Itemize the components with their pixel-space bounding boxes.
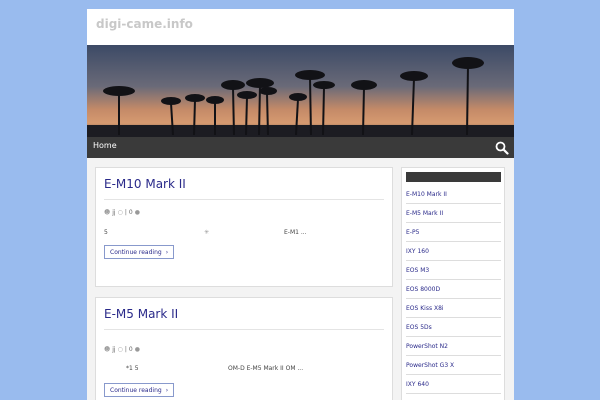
user-icon: ☻: [104, 209, 111, 216]
post-comment-count[interactable]: 0: [129, 346, 133, 353]
sidebar-link[interactable]: PowerShot G3 X: [406, 356, 501, 375]
site-title[interactable]: digi-came.info: [96, 17, 193, 31]
sparkle-icon: ✳: [204, 229, 210, 236]
sidebar-link[interactable]: EOS M3: [406, 261, 501, 280]
sidebar-link[interactable]: EOS 5Ds: [406, 318, 501, 337]
post-excerpt: 5 ✳ E-M1 ...: [104, 229, 386, 239]
sidebar-link[interactable]: IXY 640: [406, 375, 501, 394]
excerpt-text-start: *1 5: [126, 365, 139, 372]
meta-separator: |: [124, 209, 127, 216]
sidebar-link[interactable]: E-M10 Mark II: [406, 185, 501, 204]
sidebar-link[interactable]: E-M5 Mark II: [406, 204, 501, 223]
page-container: digi-came.info Home E-M10 Mark II ☻ jj ○…: [87, 9, 514, 400]
sidebar-link[interactable]: EOS 8000D: [406, 280, 501, 299]
excerpt-text-end: OM-D E-M5 Mark II OM ...: [228, 365, 304, 372]
post-meta: ☻ jj ○ | 0 ●: [104, 209, 140, 216]
comment-icon: ●: [134, 209, 140, 216]
nav-home-link[interactable]: Home: [93, 141, 117, 150]
post-title-link[interactable]: E-M10 Mark II: [104, 177, 186, 191]
post-card: E-M10 Mark II ☻ jj ○ | 0 ● 5 ✳ E-M1 ... …: [95, 167, 393, 287]
continue-reading-button[interactable]: Continue reading ›: [104, 245, 175, 259]
post-author[interactable]: jj: [112, 209, 115, 216]
post-title-link[interactable]: E-M5 Mark II: [104, 307, 178, 321]
clock-icon: ○: [117, 346, 123, 353]
comment-icon: ●: [134, 346, 140, 353]
chevron-right-icon: ›: [165, 386, 169, 394]
chevron-right-icon: ›: [165, 248, 169, 256]
post-meta: ☻ jj ○ | 0 ●: [104, 346, 140, 353]
sidebar-link[interactable]: EOS Kiss X8i: [406, 299, 501, 318]
header-banner-image: [87, 45, 514, 137]
continue-reading-label: Continue reading: [110, 248, 162, 256]
excerpt-text-end: E-M1 ...: [284, 229, 307, 236]
sidebar-link[interactable]: PowerShot N2: [406, 337, 501, 356]
site-header: digi-came.info: [87, 9, 514, 45]
main-navigation: Home: [87, 137, 514, 158]
search-icon[interactable]: [495, 140, 509, 155]
continue-reading-label: Continue reading: [110, 386, 162, 394]
post-divider: [104, 199, 384, 200]
sidebar-link[interactable]: IXY 160: [406, 242, 501, 261]
sidebar-widget-header: [406, 172, 501, 182]
post-card: E-M5 Mark II ☻ jj ○ | 0 ● *1 5 OM-D E-M5…: [95, 297, 393, 400]
user-icon: ☻: [104, 346, 111, 353]
post-author[interactable]: jj: [112, 346, 115, 353]
post-excerpt: *1 5 OM-D E-M5 Mark II OM ...: [104, 365, 386, 375]
sidebar-link[interactable]: E-P5: [406, 223, 501, 242]
meta-separator: |: [124, 346, 127, 353]
continue-reading-button[interactable]: Continue reading ›: [104, 383, 175, 397]
palm-sunset-image: [87, 45, 514, 137]
post-comment-count[interactable]: 0: [129, 209, 133, 216]
clock-icon: ○: [117, 209, 123, 216]
sidebar-widget: E-M10 Mark II E-M5 Mark II E-P5 IXY 160 …: [401, 167, 505, 400]
excerpt-text-start: 5: [104, 229, 108, 236]
post-divider: [104, 329, 384, 330]
sidebar-post-list: E-M10 Mark II E-M5 Mark II E-P5 IXY 160 …: [406, 185, 501, 394]
